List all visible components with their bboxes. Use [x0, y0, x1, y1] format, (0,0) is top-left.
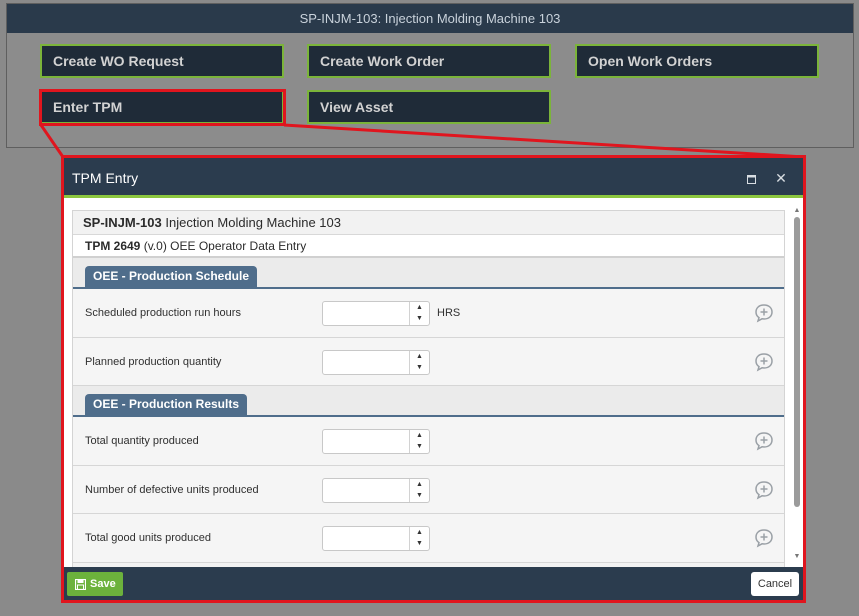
- comment-plus-icon[interactable]: [754, 303, 774, 323]
- close-icon[interactable]: ✕: [771, 158, 791, 198]
- spin-down-icon[interactable]: ▼: [410, 538, 429, 549]
- planned-quantity-input[interactable]: ▲ ▼: [322, 349, 430, 375]
- comment-plus-icon[interactable]: [754, 352, 774, 372]
- number-spinner[interactable]: ▲ ▼: [409, 302, 429, 325]
- row-defective-units: Number of defective units produced ▲ ▼: [73, 465, 784, 514]
- spin-down-icon[interactable]: ▼: [410, 362, 429, 373]
- total-quantity-input[interactable]: ▲ ▼: [322, 429, 430, 454]
- scroll-up-icon[interactable]: ▲: [793, 207, 801, 215]
- row-good-units: Total good units produced ▲ ▼: [73, 514, 784, 563]
- scheduled-run-hours-input[interactable]: ▲ ▼: [322, 301, 430, 326]
- tpm-version: (v.0): [143, 239, 167, 253]
- comment-plus-icon[interactable]: [754, 480, 774, 500]
- comment-plus-icon[interactable]: [754, 528, 774, 548]
- modal-title: TPM Entry: [72, 170, 139, 186]
- row-label: Total good units produced: [85, 532, 211, 544]
- good-units-input[interactable]: ▲ ▼: [322, 526, 430, 551]
- create-work-order-button[interactable]: Create Work Order: [307, 44, 551, 78]
- row-label: Planned production quantity: [85, 355, 222, 368]
- vertical-scrollbar[interactable]: ▲ ▼: [793, 207, 801, 561]
- row-scheduled-run-hours: Scheduled production run hours ▲ ▼ HRS: [73, 289, 784, 338]
- save-label: Save: [90, 578, 116, 590]
- asset-code: SP-INJM-103: [83, 215, 162, 230]
- spin-up-icon[interactable]: ▲: [410, 430, 429, 441]
- comment-plus-icon[interactable]: [754, 431, 774, 451]
- tpm-form: SP-INJM-103 Injection Molding Machine 10…: [72, 210, 785, 567]
- modal-body: SP-INJM-103 Injection Molding Machine 10…: [64, 201, 803, 567]
- number-spinner[interactable]: ▲ ▼: [409, 478, 429, 502]
- defective-units-input[interactable]: ▲ ▼: [322, 477, 430, 503]
- section-tab-production-schedule[interactable]: OEE - Production Schedule: [85, 266, 258, 287]
- section-production-results: OEE - Production Results: [73, 386, 784, 417]
- spin-down-icon[interactable]: ▼: [410, 490, 429, 501]
- scroll-thumb[interactable]: [794, 217, 800, 507]
- row-label: Total quantity produced: [85, 435, 199, 447]
- save-button[interactable]: Save: [67, 572, 123, 596]
- tpm-line: TPM 2649 (v.0) OEE Operator Data Entry: [73, 235, 784, 269]
- tpm-name: OEE Operator Data Entry: [170, 239, 307, 253]
- asset-panel-title: SP-INJM-103: Injection Molding Machine 1…: [7, 4, 853, 33]
- open-work-orders-button[interactable]: Open Work Orders: [575, 44, 819, 78]
- asset-line: SP-INJM-103 Injection Molding Machine 10…: [73, 211, 784, 235]
- spin-up-icon[interactable]: ▲: [410, 479, 429, 490]
- view-asset-button[interactable]: View Asset: [307, 90, 551, 124]
- maximize-icon[interactable]: [741, 158, 761, 198]
- asset-name: Injection Molding Machine 103: [165, 215, 341, 230]
- enter-tpm-highlight: [39, 89, 286, 126]
- floppy-disk-icon: [75, 578, 86, 590]
- tpm-code: TPM 2649: [85, 239, 141, 253]
- row-label: Number of defective units produced: [85, 483, 259, 496]
- spin-up-icon[interactable]: ▲: [410, 302, 429, 313]
- spin-up-icon[interactable]: ▲: [410, 351, 429, 362]
- spin-up-icon[interactable]: ▲: [410, 527, 429, 538]
- create-wo-request-button[interactable]: Create WO Request: [40, 44, 284, 78]
- number-spinner[interactable]: ▲ ▼: [409, 430, 429, 453]
- number-spinner[interactable]: ▲ ▼: [409, 527, 429, 550]
- modal-footer: Save Cancel: [64, 567, 803, 600]
- spin-down-icon[interactable]: ▼: [410, 313, 429, 324]
- row-planned-quantity: Planned production quantity ▲ ▼: [73, 337, 784, 386]
- row-label: Scheduled production run hours: [85, 307, 241, 319]
- number-spinner[interactable]: ▲ ▼: [409, 350, 429, 374]
- unit-label: HRS: [437, 307, 461, 319]
- scroll-down-icon[interactable]: ▼: [793, 553, 801, 561]
- row-total-quantity: Total quantity produced ▲ ▼: [73, 417, 784, 466]
- tpm-entry-modal: TPM Entry ✕ SP-INJM-103 Injection Moldin…: [61, 155, 806, 603]
- section-production-schedule: OEE - Production Schedule: [73, 258, 784, 289]
- section-tab-production-results[interactable]: OEE - Production Results: [85, 394, 248, 415]
- modal-header: TPM Entry ✕: [64, 158, 803, 198]
- cancel-button[interactable]: Cancel: [751, 572, 799, 596]
- spin-down-icon[interactable]: ▼: [410, 441, 429, 452]
